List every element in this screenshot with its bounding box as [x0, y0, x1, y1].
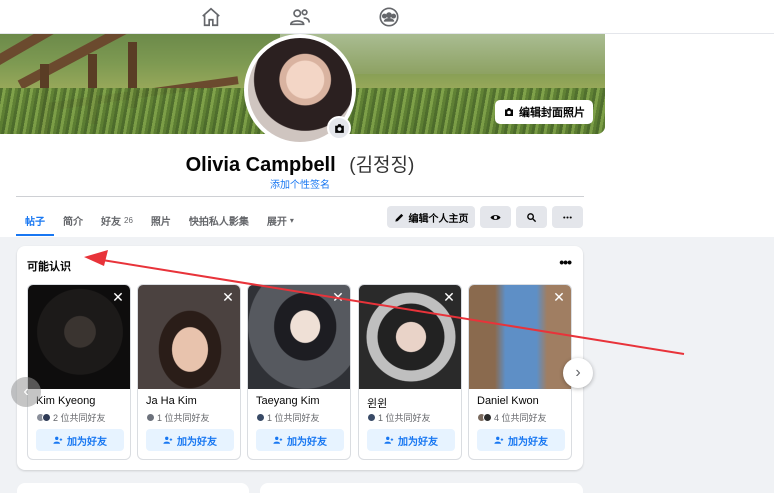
- edit-profile-button[interactable]: 编辑个人主页: [387, 206, 475, 228]
- suggestion-name[interactable]: 윈윈: [367, 395, 387, 411]
- header-divider: [16, 196, 584, 197]
- tab-story-archive-label: 快拍私人影集: [188, 216, 249, 228]
- update-avatar-button[interactable]: [327, 116, 351, 140]
- mutual-friends: 1 位共同好友: [256, 411, 320, 424]
- add-friend-label: 加为好友: [67, 436, 107, 448]
- suggestion-card[interactable]: ✕ Ja Ha Kim 1 位共同好友 加为好友: [137, 284, 241, 460]
- edit-cover-photo-label: 编辑封面照片: [519, 107, 585, 119]
- friends-icon[interactable]: [289, 6, 311, 28]
- mutual-avatar-icon: [146, 413, 155, 422]
- add-friend-label: 加为好友: [398, 436, 438, 448]
- people-you-may-know: 可能认识 ••• ✕ Kim Kyeong 2 位共同好友 加为好友 ✕ Ja …: [17, 246, 583, 470]
- tab-more-label: 展开: [266, 216, 287, 228]
- mutual-friends: 2 位共同好友: [36, 411, 106, 424]
- mutual-friends: 1 位共同好友: [146, 411, 210, 424]
- mutual-friends-text: 2 位共同好友: [53, 413, 106, 423]
- profile-name-text: Olivia Campbell: [185, 154, 336, 176]
- edit-cover-photo-button[interactable]: 编辑封面照片: [495, 100, 593, 124]
- tab-photos[interactable]: 照片: [142, 205, 180, 235]
- profile-tabs: 帖子 简介 好友 26 照片 快拍私人影集 展开 ▾: [16, 205, 303, 236]
- camera-icon: [334, 123, 344, 133]
- caret-down-icon: ▾: [289, 215, 294, 225]
- add-friend-button[interactable]: 加为好友: [367, 429, 455, 451]
- tab-photos-label: 照片: [150, 216, 171, 228]
- close-icon[interactable]: ✕: [221, 290, 235, 304]
- camera-icon: [505, 108, 513, 116]
- tab-about[interactable]: 简介: [54, 205, 92, 235]
- add-friend-icon: [384, 436, 394, 444]
- mutual-friends: 4 位共同好友: [477, 411, 547, 424]
- mutual-avatar-icon: [483, 413, 492, 422]
- search-profile-button[interactable]: [516, 206, 547, 228]
- add-friend-button[interactable]: 加为好友: [146, 429, 234, 451]
- profile-name: Olivia Campbell (김정징): [0, 150, 600, 177]
- suggestion-name[interactable]: Ja Ha Kim: [146, 395, 197, 407]
- tab-posts[interactable]: 帖子: [16, 205, 54, 236]
- groups-icon[interactable]: [378, 6, 400, 28]
- close-icon[interactable]: ✕: [442, 290, 456, 304]
- mutual-friends-text: 1 位共同好友: [157, 413, 210, 423]
- profile-header: 编辑封面照片 Olivia Campbell (김정징) 添加个性签名 帖子 简…: [0, 34, 774, 237]
- tab-friends[interactable]: 好友 26: [92, 205, 142, 235]
- carousel-prev-button[interactable]: ‹: [11, 377, 41, 407]
- add-friend-label: 加为好友: [177, 436, 217, 448]
- suggestion-card[interactable]: ✕ Kim Kyeong 2 位共同好友 加为好友: [27, 284, 131, 460]
- tab-story-archive[interactable]: 快拍私人影集: [180, 205, 258, 235]
- top-navigation-bar: [0, 0, 774, 34]
- suggestion-name[interactable]: Taeyang Kim: [256, 395, 320, 407]
- home-icon[interactable]: [200, 6, 222, 28]
- profile-actions: 编辑个人主页: [387, 206, 583, 228]
- mutual-friends-text: 1 位共同好友: [267, 413, 320, 423]
- tab-posts-label: 帖子: [25, 216, 45, 228]
- more-icon: [563, 215, 572, 219]
- add-friend-label: 加为好友: [287, 436, 327, 448]
- tab-more[interactable]: 展开 ▾: [258, 205, 303, 235]
- tab-about-label: 简介: [63, 216, 83, 228]
- mutual-avatar-icon: [256, 413, 265, 422]
- suggestion-card[interactable]: ✕ Taeyang Kim 1 位共同好友 加为好友: [247, 284, 351, 460]
- suggestion-name[interactable]: Daniel Kwon: [477, 395, 539, 407]
- suggestion-card[interactable]: ✕ Daniel Kwon 4 位共同好友 加为好友: [468, 284, 572, 460]
- suggestion-card[interactable]: ✕ 윈윈 1 位共同好友 加为好友: [358, 284, 462, 460]
- edit-profile-label: 编辑个人主页: [408, 213, 469, 225]
- mutual-avatar-icon: [367, 413, 376, 422]
- suggestion-name[interactable]: Kim Kyeong: [36, 395, 95, 407]
- mutual-friends: 1 位共同好友: [367, 411, 431, 424]
- add-friend-icon: [273, 436, 283, 444]
- composer-card: [260, 483, 583, 493]
- add-friend-button[interactable]: 加为好友: [477, 429, 565, 451]
- pymk-title: 可能认识: [27, 261, 71, 273]
- intro-card: [17, 483, 249, 493]
- add-friend-button[interactable]: 加为好友: [256, 429, 344, 451]
- more-options-button[interactable]: [552, 206, 583, 228]
- mutual-friends-text: 4 位共同好友: [494, 413, 547, 423]
- close-icon[interactable]: ✕: [111, 290, 125, 304]
- mutual-friends-text: 1 位共同好友: [378, 413, 431, 423]
- add-friend-icon: [163, 436, 173, 444]
- view-as-button[interactable]: [480, 206, 511, 228]
- add-friend-icon: [53, 436, 63, 444]
- search-icon: [527, 212, 537, 222]
- carousel-next-button[interactable]: ›: [563, 358, 593, 388]
- add-friend-label: 加为好友: [508, 436, 548, 448]
- add-friend-button[interactable]: 加为好友: [36, 429, 124, 451]
- mutual-avatar-icon: [42, 413, 51, 422]
- chevron-left-icon: ‹: [23, 383, 29, 400]
- close-icon[interactable]: ✕: [331, 290, 345, 304]
- pencil-icon: [394, 213, 403, 222]
- eye-icon: [490, 214, 501, 220]
- profile-alt-name: (김정징): [349, 155, 415, 176]
- pymk-more-button[interactable]: •••: [559, 254, 572, 270]
- close-icon[interactable]: ✕: [552, 290, 566, 304]
- tab-friends-label: 好友: [101, 216, 121, 228]
- friends-count: 26: [124, 215, 133, 225]
- add-friend-icon: [494, 436, 504, 444]
- add-bio-link[interactable]: 添加个性签名: [0, 176, 600, 191]
- chevron-right-icon: ›: [575, 364, 581, 381]
